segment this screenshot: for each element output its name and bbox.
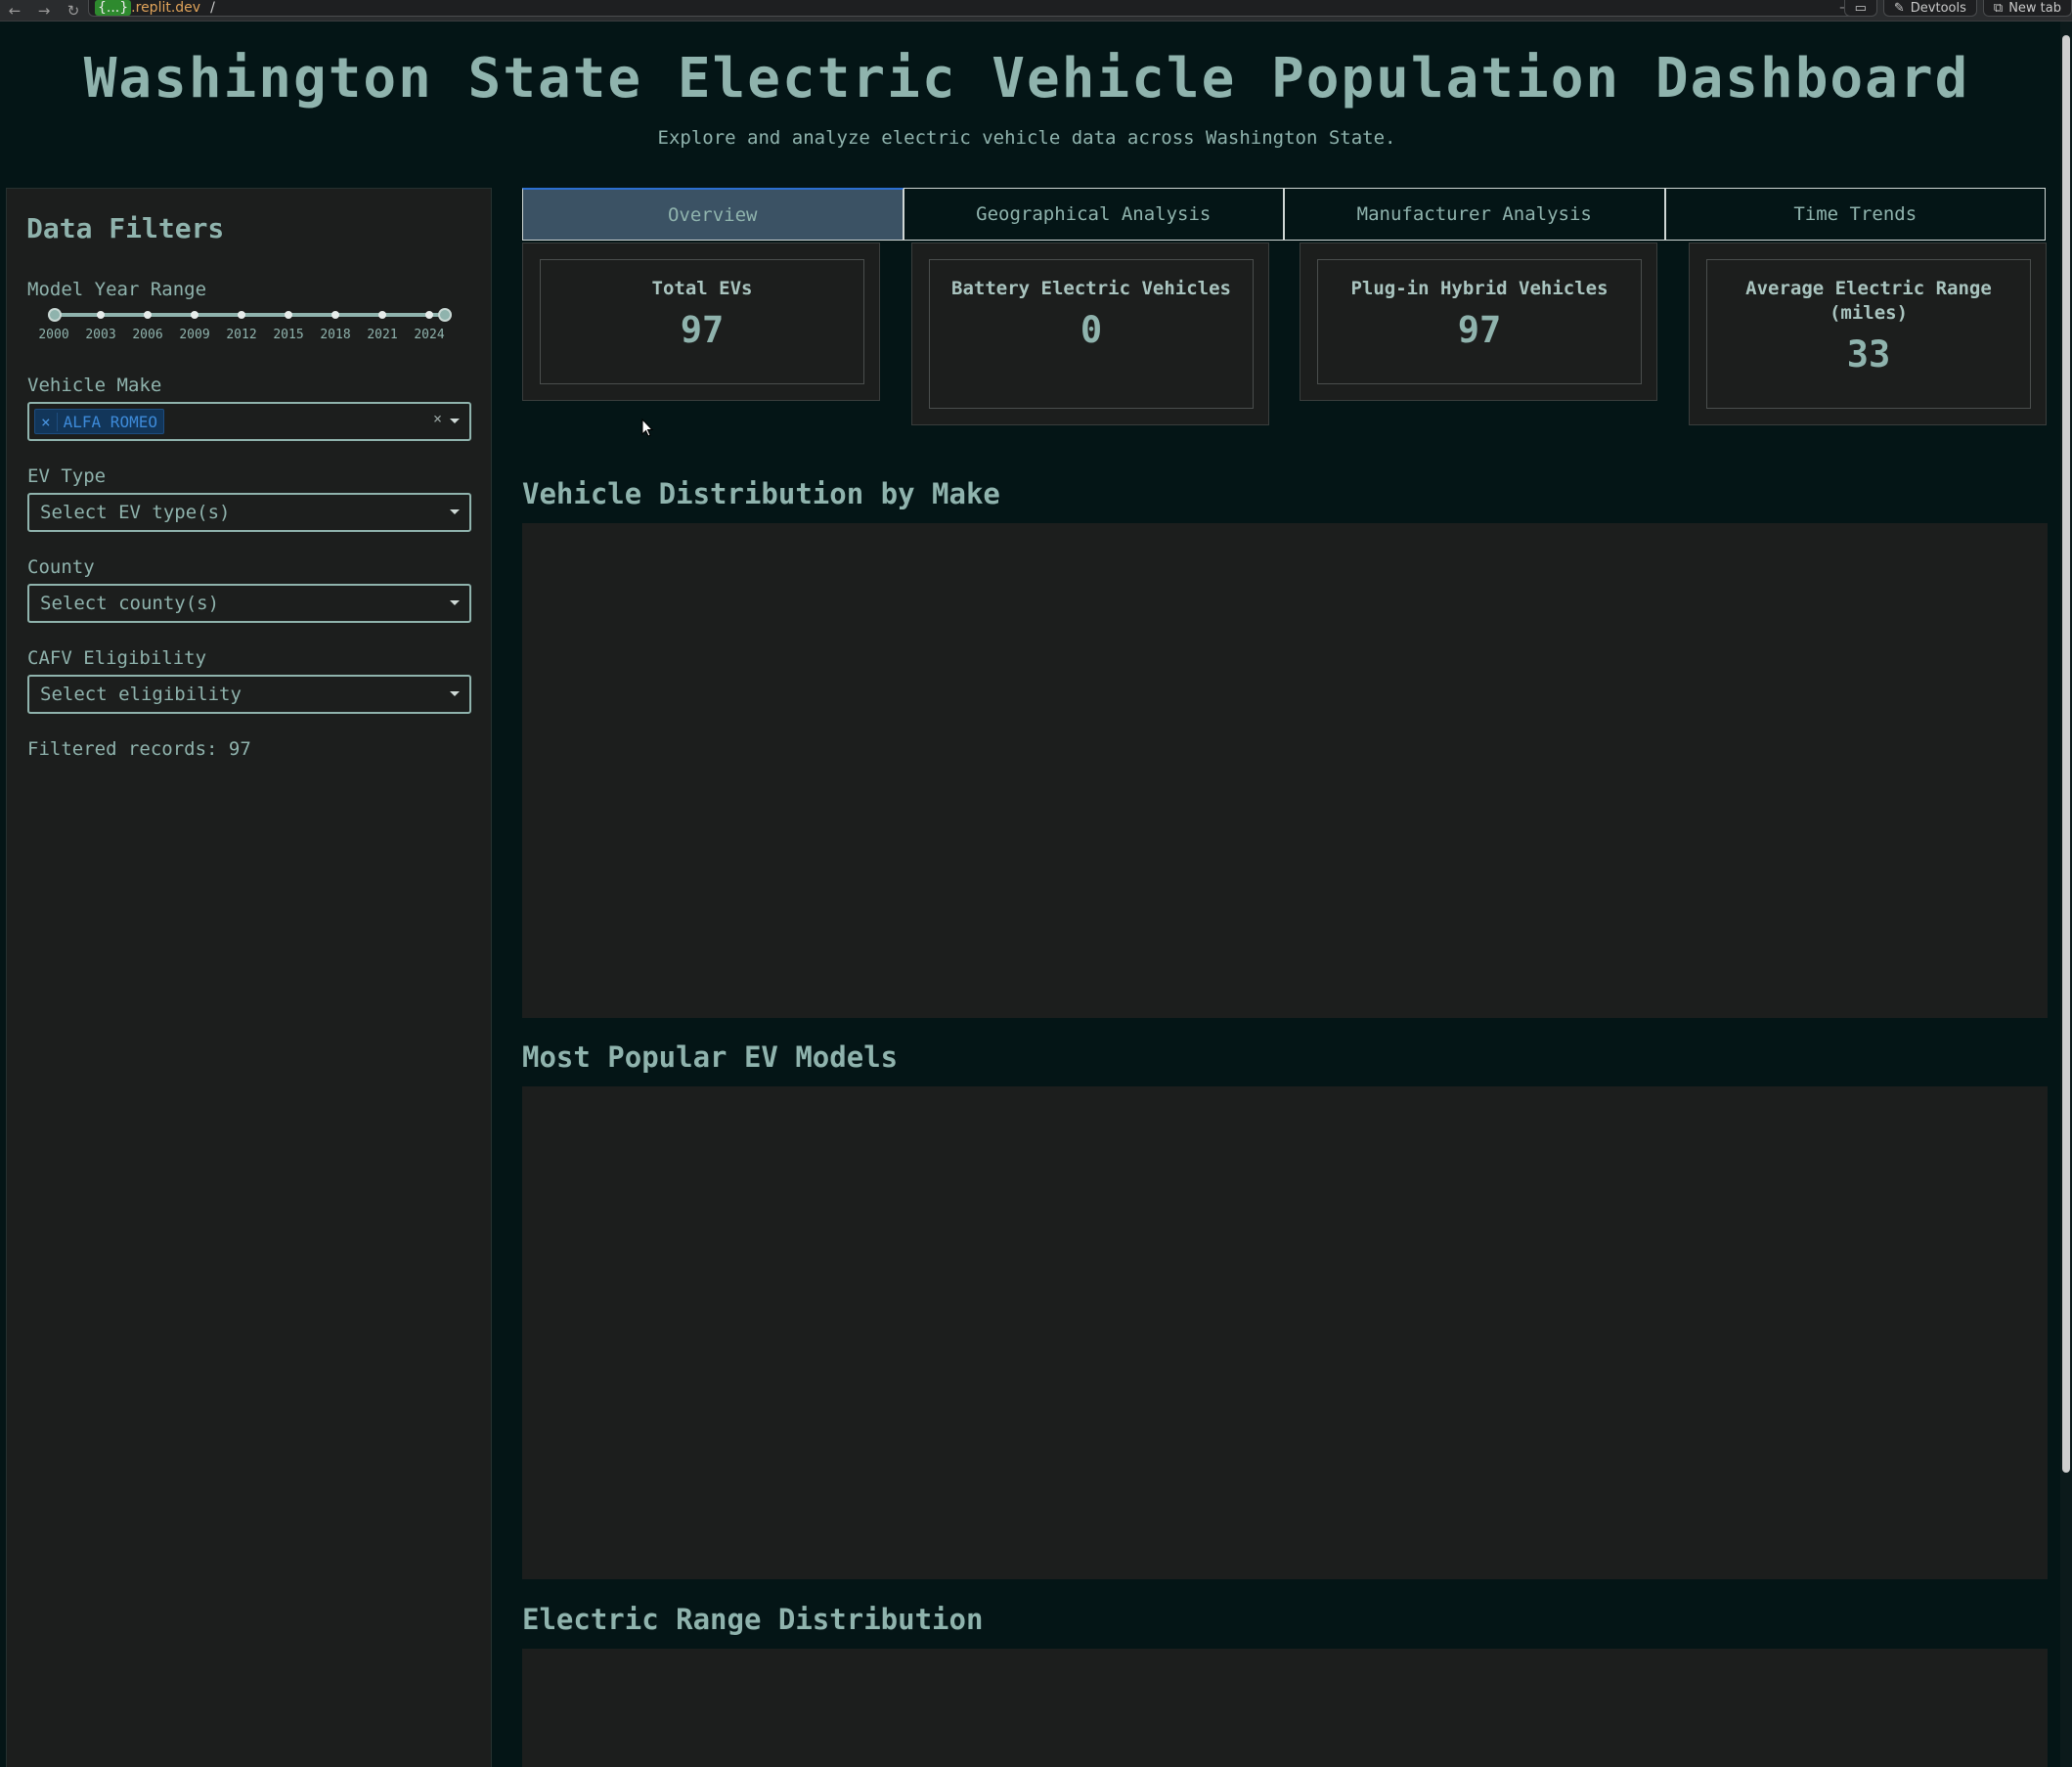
external-link-icon: ⧉ (1993, 0, 2004, 16)
chevron-down-icon[interactable] (450, 691, 460, 696)
slider-mark-dot[interactable] (331, 311, 339, 319)
cafv-placeholder: Select eligibility (40, 684, 242, 705)
page-subtitle: Explore and analyze electric vehicle dat… (657, 127, 1396, 149)
chart-make-distribution[interactable] (522, 523, 2048, 1018)
slider-tick-label: 2012 (226, 328, 257, 342)
chart-popular-models[interactable] (522, 1086, 2048, 1579)
kpi-value: 97 (680, 309, 725, 351)
tab-time-trends[interactable]: Time Trends (1664, 188, 2046, 241)
year-range-max-handle[interactable] (438, 308, 452, 322)
devtools-button[interactable]: ✎ Devtools (1882, 0, 1977, 17)
new-tab-button[interactable]: ⧉ New tab (1982, 0, 2072, 17)
slider-mark-dot[interactable] (378, 311, 386, 319)
mouse-cursor-icon (641, 419, 654, 437)
tab-geographical-analysis[interactable]: Geographical Analysis (903, 188, 1284, 241)
wrench-icon: ✎ (1893, 0, 1905, 16)
kpi-value: 97 (1457, 309, 1502, 351)
slider-tick-label: 2021 (367, 328, 398, 342)
county-placeholder: Select county(s) (40, 593, 220, 614)
sidebar-title: Data Filters (26, 212, 225, 244)
county-label: County (27, 556, 95, 578)
kpi-card-plug-in-hybrid: Plug-in Hybrid Vehicles 97 (1300, 243, 1657, 401)
kpi-card-avg-range: Average Electric Range (miles) 33 (1689, 243, 2047, 425)
forward-icon[interactable]: → (29, 2, 59, 20)
kpi-card-battery-electric: Battery Electric Vehicles 0 (911, 243, 1269, 425)
vehicle-make-dropdown[interactable]: × ALFA ROMEO × (27, 402, 471, 441)
slider-tick-label: 2006 (132, 328, 163, 342)
url-host-suffix: .replit.dev (131, 0, 201, 16)
kpi-title: Plug-in Hybrid Vehicles (1350, 278, 1609, 299)
year-range-min-handle[interactable] (48, 308, 62, 322)
tab-overview[interactable]: Overview (522, 188, 904, 241)
slider-mark-dot[interactable] (425, 311, 433, 319)
page-title: Washington State Electric Vehicle Popula… (83, 47, 1970, 110)
tab-bar: Overview Geographical Analysis Manufactu… (522, 188, 2046, 241)
ev-type-label: EV Type (27, 465, 107, 487)
slider-tick-label: 2000 (38, 328, 69, 342)
slider-tick-label: 2009 (179, 328, 210, 342)
slider-mark-dot[interactable] (97, 311, 105, 319)
ev-type-dropdown[interactable]: Select EV type(s) (27, 493, 471, 532)
screen-icon[interactable]: ▭ (1843, 0, 1877, 17)
chip-remove-icon[interactable]: × (35, 412, 58, 431)
chart-range-distribution[interactable] (522, 1649, 2048, 1767)
year-range-slider-track[interactable] (54, 313, 445, 317)
kpi-title: Average Electric Range (miles) (1745, 278, 1992, 324)
browser-toolbar: ← → ↻ {...}.replit.dev / → ▭ ✎ Devtools ⧉… (0, 0, 2072, 22)
devtools-label: Devtools (1910, 0, 1966, 16)
browser-actions: ▭ ✎ Devtools ⧉ New tab (1843, 0, 2072, 17)
slider-mark-dot[interactable] (191, 311, 198, 319)
new-tab-label: New tab (2008, 0, 2061, 16)
selected-make-chip: × ALFA ROMEO (34, 409, 164, 434)
chevron-down-icon[interactable] (450, 419, 460, 423)
slider-mark-dot[interactable] (144, 311, 152, 319)
chevron-down-icon[interactable] (450, 509, 460, 514)
chip-label: ALFA ROMEO (63, 412, 157, 431)
clear-icon[interactable]: × (433, 410, 442, 427)
kpi-title: Total EVs (651, 278, 753, 299)
cafv-label: CAFV Eligibility (27, 647, 207, 669)
url-path: / (210, 0, 215, 16)
section-title-popular-models: Most Popular EV Models (522, 1040, 899, 1074)
county-dropdown[interactable]: Select county(s) (27, 584, 471, 623)
slider-tick-label: 2015 (273, 328, 304, 342)
page-scrollbar[interactable] (2060, 22, 2072, 1767)
chevron-down-icon[interactable] (450, 600, 460, 605)
section-title-range-distribution: Electric Range Distribution (522, 1603, 984, 1636)
url-host: {...} .replit.dev (95, 0, 200, 16)
kpi-value: 0 (1080, 309, 1103, 351)
ev-type-placeholder: Select EV type(s) (40, 502, 231, 523)
section-title-make-distribution: Vehicle Distribution by Make (522, 477, 1000, 510)
slider-tick-label: 2018 (320, 328, 351, 342)
slider-tick-label: 2003 (85, 328, 116, 342)
address-bar[interactable]: {...}.replit.dev / → (88, 0, 1863, 17)
cafv-dropdown[interactable]: Select eligibility (27, 675, 471, 714)
kpi-card-total-evs: Total EVs 97 (522, 243, 880, 401)
back-icon[interactable]: ← (0, 2, 29, 20)
model-year-label: Model Year Range (27, 279, 207, 300)
slider-tick-label: 2024 (414, 328, 445, 342)
tab-manufacturer-analysis[interactable]: Manufacturer Analysis (1284, 188, 1665, 241)
kpi-value: 33 (1846, 333, 1891, 375)
slider-mark-dot[interactable] (238, 311, 245, 319)
scrollbar-thumb[interactable] (2062, 35, 2070, 1473)
kpi-title: Battery Electric Vehicles (951, 278, 1231, 299)
filtered-records-count: Filtered records: 97 (27, 738, 251, 760)
filters-sidebar: Data Filters Model Year Range 2000 2003 20… (6, 188, 492, 1767)
slider-mark-dot[interactable] (285, 311, 292, 319)
reload-icon[interactable]: ↻ (59, 2, 88, 20)
url-host-prefix: {...} (95, 0, 132, 16)
vehicle-make-label: Vehicle Make (27, 375, 162, 396)
